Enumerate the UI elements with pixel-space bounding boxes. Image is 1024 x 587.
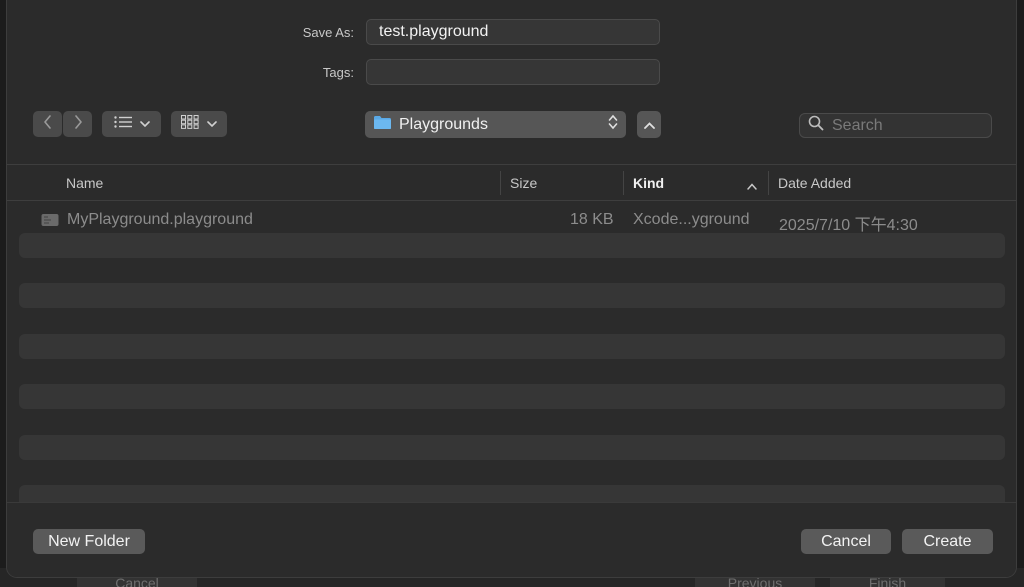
search-placeholder: Search (832, 116, 883, 134)
folder-icon (373, 115, 392, 135)
file-date-added: 2025/7/10 下午4:30 (779, 217, 918, 234)
icon-view-button[interactable] (171, 111, 227, 137)
tags-field[interactable] (366, 59, 660, 85)
sheet-footer: New Folder Cancel Create (7, 502, 1016, 577)
cancel-button[interactable]: Cancel (801, 529, 891, 554)
file-row[interactable]: MyPlayground.playground 18 KB Xcode...yg… (19, 208, 1004, 234)
empty-row-stripe (19, 283, 1005, 308)
search-field[interactable]: Search (799, 113, 992, 138)
list-icon (113, 115, 132, 133)
column-header-name[interactable]: Name (66, 165, 103, 201)
location-popup[interactable]: Playgrounds (365, 111, 626, 138)
sort-ascending-icon (747, 177, 757, 195)
save-sheet: Save As: test.playground Tags: Playgroun… (6, 0, 1017, 578)
column-separator[interactable] (500, 171, 501, 195)
tags-label: Tags: (322, 65, 354, 80)
chevron-left-icon (43, 114, 53, 134)
file-kind: Xcode...yground (633, 211, 750, 228)
chevron-down-icon (207, 115, 217, 133)
forward-button[interactable] (63, 111, 92, 137)
updown-chevron-icon (608, 114, 618, 135)
create-button[interactable]: Create (902, 529, 993, 554)
file-size: 18 KB (570, 211, 614, 228)
chevron-up-icon (643, 116, 655, 134)
save-as-label: Save As: (302, 25, 354, 40)
column-header-row: Name Size Kind Date Added (7, 165, 1016, 201)
empty-row-stripe (19, 233, 1005, 258)
grid-icon (181, 114, 199, 134)
empty-row-stripe (19, 435, 1005, 460)
playground-file-icon (41, 213, 59, 232)
expand-collapse-button[interactable] (637, 111, 661, 138)
empty-row-stripe (19, 384, 1005, 409)
location-label: Playgrounds (399, 115, 488, 133)
chevron-right-icon (73, 114, 83, 134)
save-as-field[interactable]: test.playground (366, 19, 660, 45)
column-header-date-added[interactable]: Date Added (778, 165, 851, 201)
chevron-down-icon (139, 115, 150, 133)
new-folder-button[interactable]: New Folder (33, 529, 145, 554)
column-separator[interactable] (768, 171, 769, 195)
column-header-size[interactable]: Size (510, 165, 537, 201)
back-button[interactable] (33, 111, 62, 137)
file-name: MyPlayground.playground (67, 211, 253, 228)
column-header-kind[interactable]: Kind (633, 165, 664, 201)
list-view-button[interactable] (102, 111, 161, 137)
search-icon (808, 115, 824, 136)
column-separator[interactable] (623, 171, 624, 195)
empty-row-stripe (19, 334, 1005, 359)
